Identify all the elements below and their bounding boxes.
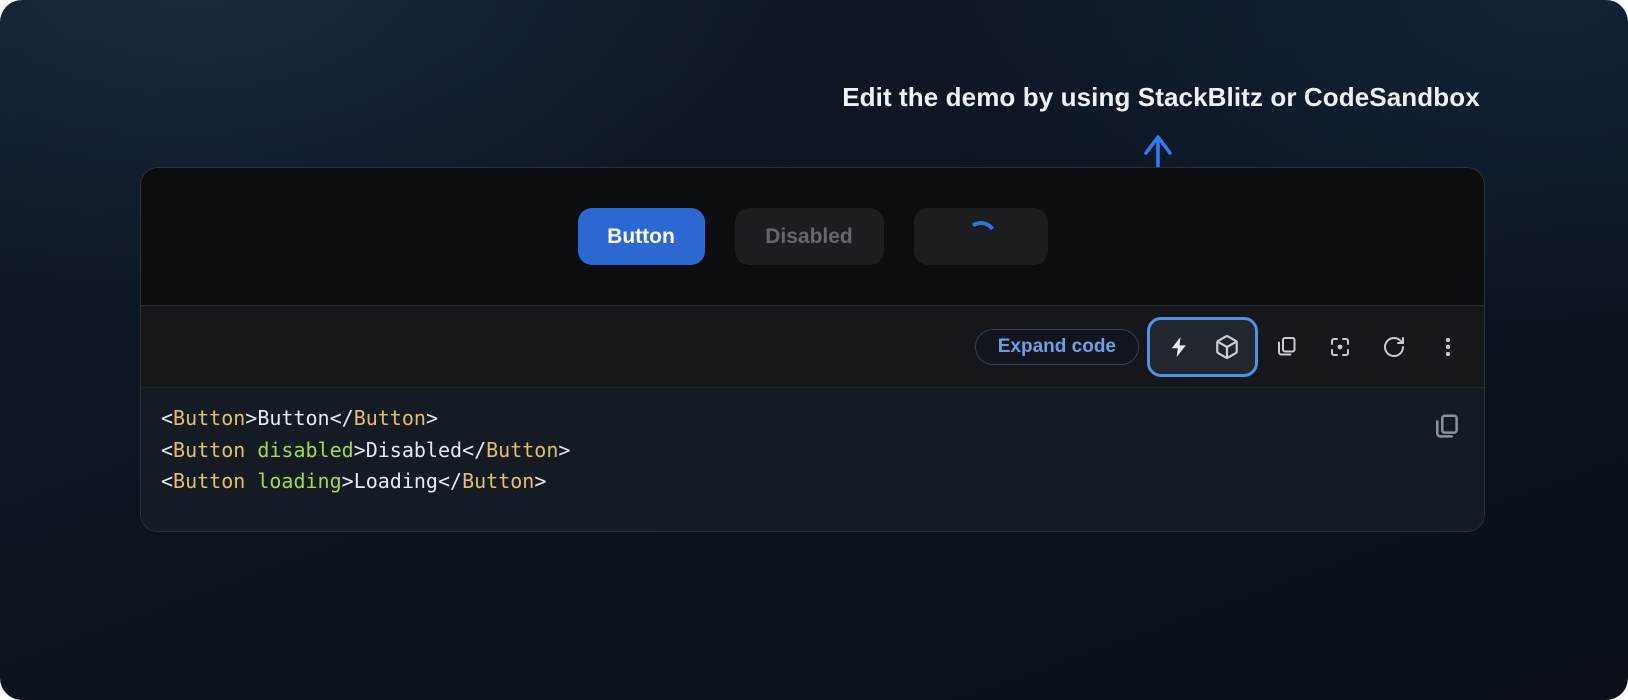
- refresh-icon: [1382, 335, 1406, 359]
- demo-button-primary[interactable]: Button: [578, 208, 705, 265]
- demo-card: Button Disabled Expand code: [140, 167, 1485, 532]
- codesandbox-box-icon: [1214, 334, 1240, 360]
- edit-actions-highlight: [1147, 317, 1258, 377]
- focus-icon: [1328, 335, 1352, 359]
- stackblitz-bolt-icon: [1167, 335, 1191, 359]
- code-block: <Button>Button</Button><Button disabled>…: [141, 388, 1484, 531]
- code-line: <Button disabled>Disabled</Button>: [161, 435, 1464, 467]
- copy-code-button[interactable]: [1426, 408, 1466, 448]
- code-line: <Button loading>Loading</Button>: [161, 466, 1464, 498]
- copy-icon: [1274, 335, 1298, 359]
- demo-button-disabled[interactable]: Disabled: [735, 208, 884, 265]
- code-lines: <Button>Button</Button><Button disabled>…: [161, 403, 1464, 498]
- annotation-text: Edit the demo by using StackBlitz or Cod…: [793, 80, 1529, 114]
- demo-toolbar: Expand code: [141, 305, 1484, 388]
- stackblitz-button[interactable]: [1159, 325, 1199, 369]
- demo-preview: Button Disabled: [141, 168, 1484, 305]
- expand-code-button[interactable]: Expand code: [975, 329, 1139, 365]
- codesandbox-button[interactable]: [1207, 325, 1247, 369]
- refresh-demo-button[interactable]: [1372, 325, 1416, 369]
- demo-button-loading[interactable]: [914, 208, 1048, 265]
- code-line: <Button>Button</Button>: [161, 403, 1464, 435]
- copy-demo-button[interactable]: [1264, 325, 1308, 369]
- page-background: Edit the demo by using StackBlitz or Cod…: [0, 0, 1628, 700]
- focus-demo-button[interactable]: [1318, 325, 1362, 369]
- spinner-icon: [962, 218, 999, 255]
- more-actions-button[interactable]: [1426, 325, 1470, 369]
- copy-icon: [1431, 412, 1461, 445]
- more-vertical-icon: [1436, 335, 1460, 359]
